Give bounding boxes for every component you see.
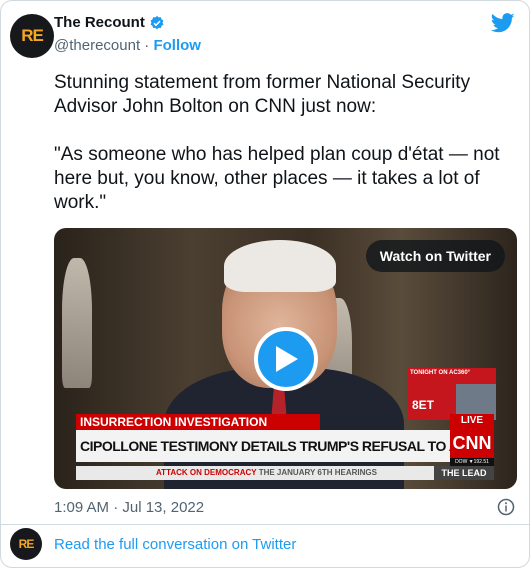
account-name[interactable]: The Recount (54, 14, 145, 31)
handle-row: @therecount · Follow (54, 37, 201, 54)
tonight-promo: TONIGHT ON AC360° 8ET (408, 368, 496, 420)
chyron-headline: CIPOLLONE TESTIMONY DETAILS TRUMP'S REFU… (76, 430, 450, 462)
ticker-dark-text: THE JANUARY 6TH HEARINGS (258, 468, 377, 477)
tweet-timestamp[interactable]: 1:09 AM · Jul 13, 2022 (54, 499, 204, 516)
separator: · (144, 37, 150, 54)
show-name: THE LEAD (434, 466, 494, 480)
embedded-tweet-card: RE The Recount @therecount · Follow Stun… (0, 0, 530, 568)
account-name-row: The Recount (54, 14, 165, 31)
twitter-bird-icon[interactable] (491, 13, 515, 33)
bottom-ticker: ATTACK ON DEMOCRACY THE JANUARY 6TH HEAR… (76, 466, 456, 480)
play-icon (276, 346, 298, 372)
dow-ticker: DOW ▼192.51 (450, 458, 494, 466)
verified-badge-icon (150, 15, 164, 29)
tweet-text: Stunning statement from former National … (54, 72, 500, 213)
tonight-time: 8ET (412, 398, 435, 412)
follow-button[interactable]: Follow (153, 37, 201, 54)
ticker-red-text: ATTACK ON DEMOCRACY (156, 468, 257, 477)
divider (1, 524, 529, 525)
cnn-logo: CNN (450, 428, 494, 458)
speaker-hair (224, 240, 336, 292)
footer-avatar-text: RE (18, 537, 35, 551)
footer-avatar[interactable]: RE (10, 528, 42, 560)
account-handle[interactable]: @therecount (54, 37, 140, 54)
play-button[interactable] (254, 327, 318, 391)
tonight-label: TONIGHT ON AC360° (410, 370, 471, 376)
avatar-text: RE (21, 26, 44, 45)
background-statue-left (62, 258, 92, 388)
live-badge: LIVE (450, 414, 494, 428)
video-media[interactable]: Watch on Twitter TONIGHT ON AC360° 8ET I… (54, 228, 517, 489)
chyron-topic: INSURRECTION INVESTIGATION (76, 414, 320, 430)
info-icon[interactable] (497, 498, 515, 516)
read-conversation-link[interactable]: Read the full conversation on Twitter (54, 536, 296, 553)
watch-on-twitter-button[interactable]: Watch on Twitter (365, 240, 505, 272)
account-avatar[interactable]: RE (10, 14, 54, 58)
